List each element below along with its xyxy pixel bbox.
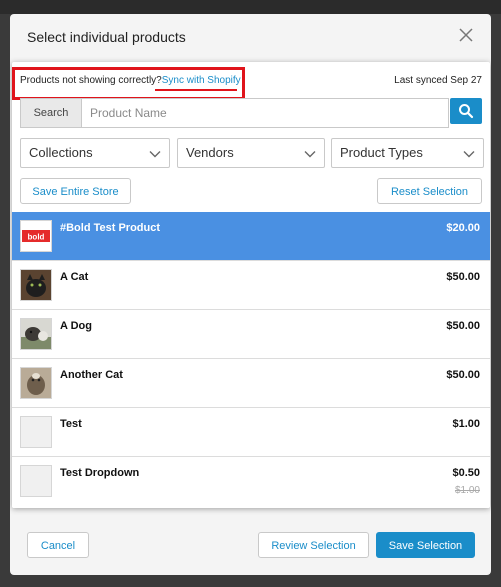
- vendors-dropdown[interactable]: Vendors: [177, 138, 325, 168]
- product-types-dropdown[interactable]: Product Types: [331, 138, 484, 168]
- product-name: Another Cat: [60, 369, 123, 381]
- modal-title: Select individual products: [27, 29, 186, 45]
- product-price: $50.00: [446, 369, 480, 381]
- product-thumbnail: [20, 269, 52, 301]
- search-row: Search: [20, 98, 482, 128]
- product-types-label: Product Types: [340, 145, 423, 160]
- product-row[interactable]: Another Cat $50.00: [12, 359, 490, 408]
- product-thumbnail: bold: [20, 220, 52, 252]
- filter-row: Collections Vendors Product Types: [20, 138, 484, 168]
- product-price: $50.00: [446, 271, 480, 283]
- close-icon[interactable]: [457, 26, 475, 44]
- product-row[interactable]: Test Dropdown $0.50 $1.00: [12, 457, 490, 508]
- product-thumbnail-placeholder: [20, 465, 52, 497]
- sync-message: Products not showing correctly?Sync with…: [20, 75, 241, 86]
- page-backdrop: [0, 0, 501, 14]
- chevron-down-icon: [463, 151, 475, 158]
- product-thumbnail-placeholder: [20, 416, 52, 448]
- vendors-label: Vendors: [186, 145, 234, 160]
- product-name: A Cat: [60, 271, 89, 283]
- highlight-underline: [155, 89, 237, 91]
- product-price: $0.50: [452, 467, 480, 479]
- cancel-button[interactable]: Cancel: [27, 532, 89, 558]
- product-picker-panel: Products not showing correctly?Sync with…: [12, 62, 490, 508]
- product-search-input[interactable]: [81, 98, 449, 128]
- product-row[interactable]: A Dog $50.00: [12, 310, 490, 359]
- product-name: Test Dropdown: [60, 467, 140, 479]
- product-thumbnail: [20, 318, 52, 350]
- modal-footer: Cancel Review Selection Save Selection: [10, 524, 491, 564]
- chevron-down-icon: [149, 151, 161, 158]
- compare-at-price: $1.00: [454, 485, 480, 496]
- save-selection-button[interactable]: Save Selection: [376, 532, 475, 558]
- product-list: bold #Bold Test Product $20.00 A Cat $50…: [12, 212, 490, 508]
- collections-label: Collections: [29, 145, 93, 160]
- reset-selection-button[interactable]: Reset Selection: [377, 178, 482, 204]
- product-row[interactable]: A Cat $50.00: [12, 261, 490, 310]
- bold-logo-text: bold: [28, 233, 45, 242]
- product-row[interactable]: bold #Bold Test Product $20.00: [12, 212, 490, 261]
- sync-prefix: Products not showing correctly?: [20, 75, 162, 86]
- product-price: $1.00: [452, 418, 480, 430]
- search-icon[interactable]: [450, 98, 482, 124]
- chevron-down-icon: [304, 151, 316, 158]
- review-selection-button[interactable]: Review Selection: [258, 532, 369, 558]
- product-thumbnail: [20, 367, 52, 399]
- product-name: A Dog: [60, 320, 92, 332]
- last-synced-text: Last synced Sep 27: [394, 75, 482, 86]
- save-entire-store-button[interactable]: Save Entire Store: [20, 178, 131, 204]
- sync-shopify-link[interactable]: Sync with Shopify: [162, 75, 241, 86]
- select-products-modal: Select individual products Products not …: [10, 14, 491, 575]
- collections-dropdown[interactable]: Collections: [20, 138, 170, 168]
- product-name: #Bold Test Product: [60, 222, 161, 234]
- product-row[interactable]: Test $1.00: [12, 408, 490, 457]
- sync-row: Products not showing correctly?Sync with…: [12, 62, 490, 100]
- modal-header: Select individual products: [10, 14, 491, 60]
- product-price: $20.00: [446, 222, 480, 234]
- action-row: Save Entire Store Reset Selection: [20, 178, 484, 204]
- product-name: Test: [60, 418, 82, 430]
- product-price: $50.00: [446, 320, 480, 332]
- search-scope-button[interactable]: Search: [20, 98, 82, 128]
